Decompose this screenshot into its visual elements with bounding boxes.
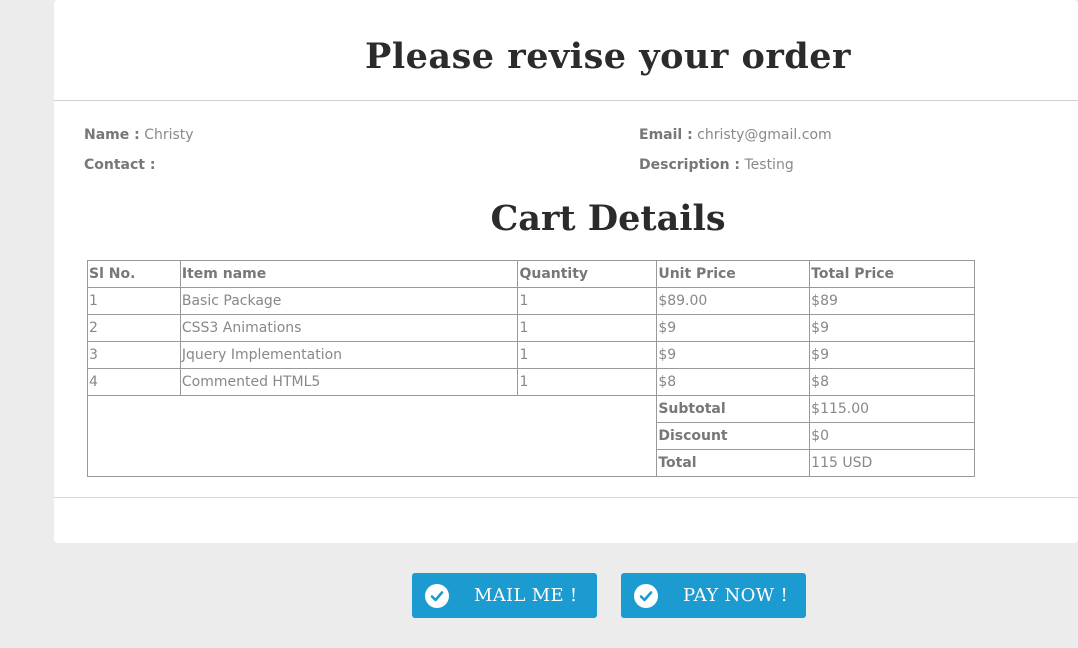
- cart-table: Sl No. Item name Quantity Unit Price Tot…: [86, 260, 975, 477]
- cell-item-name: Jquery Implementation: [179, 341, 519, 369]
- subtotal-label: Subtotal: [656, 395, 811, 423]
- total-label: Total: [656, 449, 811, 477]
- divider: [54, 100, 1078, 101]
- name-field: Name : Christy: [84, 127, 194, 143]
- mail-me-label: MAIL ME !: [474, 585, 578, 606]
- cell-total-price: $9: [809, 314, 975, 342]
- name-label: Name :: [84, 127, 140, 143]
- cell-total-price: $8: [809, 368, 975, 396]
- pay-now-button[interactable]: PAY NOW !: [621, 573, 806, 618]
- description-label: Description :: [639, 157, 741, 173]
- pay-now-label: PAY NOW !: [683, 585, 788, 606]
- description-value: Testing: [744, 157, 794, 173]
- check-circle-icon: [634, 583, 658, 608]
- cell-sl-no: 1: [87, 287, 181, 315]
- header-item-name: Item name: [179, 260, 519, 288]
- cell-item-name: Basic Package: [179, 287, 519, 315]
- total-value: 115 USD: [809, 449, 975, 477]
- cart-title: Cart Details: [490, 198, 726, 239]
- header-quantity: Quantity: [517, 260, 658, 288]
- summary-spacer: [86, 395, 658, 477]
- name-value: Christy: [144, 127, 194, 143]
- table-row: 4 Commented HTML5 1 $8 $8: [87, 368, 975, 396]
- page-title: Please revise your order: [365, 36, 851, 77]
- table-row: 3 Jquery Implementation 1 $9 $9: [87, 341, 975, 369]
- contact-field: Contact :: [84, 157, 155, 173]
- cell-quantity: 1: [517, 341, 658, 369]
- check-circle-icon: [425, 583, 449, 608]
- description-field: Description : Testing: [639, 157, 794, 173]
- cell-unit-price: $9: [656, 341, 811, 369]
- table-header-row: Sl No. Item name Quantity Unit Price Tot…: [87, 260, 975, 288]
- email-label: Email :: [639, 127, 693, 143]
- cell-total-price: $9: [809, 341, 975, 369]
- cell-quantity: 1: [517, 287, 658, 315]
- mail-me-button[interactable]: MAIL ME !: [412, 573, 597, 618]
- divider: [54, 497, 1078, 498]
- cell-unit-price: $9: [656, 314, 811, 342]
- email-field: Email : christy@gmail.com: [639, 127, 832, 143]
- subtotal-value: $115.00: [809, 395, 975, 423]
- cell-quantity: 1: [517, 368, 658, 396]
- header-total-price: Total Price: [809, 260, 975, 288]
- contact-label: Contact :: [84, 157, 156, 173]
- table-row: 1 Basic Package 1 $89.00 $89: [87, 287, 975, 315]
- header-sl-no: Sl No.: [87, 260, 181, 288]
- order-card: Please revise your order Name : Christy …: [54, 0, 1078, 543]
- discount-value: $0: [809, 422, 975, 450]
- cell-item-name: CSS3 Animations: [179, 314, 519, 342]
- cell-unit-price: $8: [656, 368, 811, 396]
- subtotal-row: Subtotal $115.00: [86, 395, 975, 477]
- cell-sl-no: 4: [87, 368, 181, 396]
- cell-quantity: 1: [517, 314, 658, 342]
- table-row: 2 CSS3 Animations 1 $9 $9: [87, 314, 975, 342]
- discount-label: Discount: [656, 422, 811, 450]
- email-value: christy@gmail.com: [697, 127, 832, 143]
- cell-unit-price: $89.00: [656, 287, 811, 315]
- cell-sl-no: 2: [87, 314, 181, 342]
- cell-item-name: Commented HTML5: [179, 368, 519, 396]
- header-unit-price: Unit Price: [656, 260, 811, 288]
- cell-sl-no: 3: [87, 341, 181, 369]
- cell-total-price: $89: [809, 287, 975, 315]
